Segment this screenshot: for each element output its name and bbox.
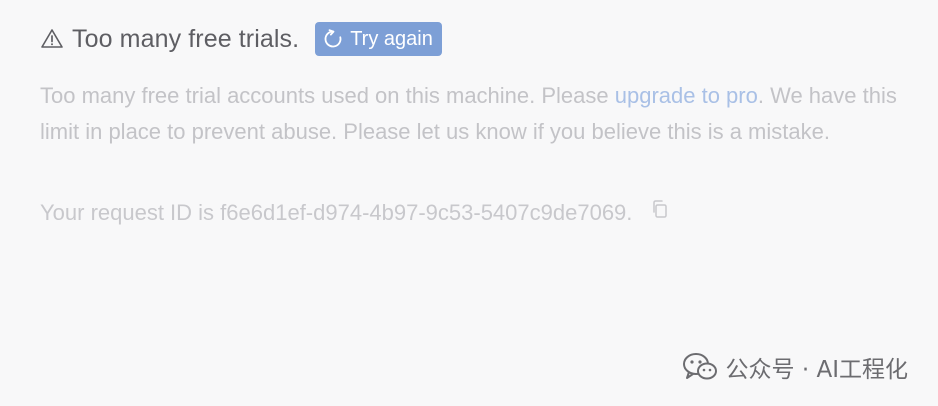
refresh-icon [323, 29, 343, 49]
copy-icon[interactable] [650, 199, 670, 219]
watermark-text: 公众号 · AI工程化 [725, 357, 908, 383]
error-message: Too many free trial accounts used on thi… [40, 78, 900, 150]
request-id-row: Your request ID is f6e6d1ef-d974-4b97-9c… [40, 200, 670, 226]
error-title: Too many free trials. [72, 24, 300, 53]
wechat-icon [682, 352, 718, 382]
error-header: Too many free trials. Try again [40, 22, 442, 56]
warning-triangle-icon [40, 27, 64, 51]
try-again-label: Try again [350, 27, 433, 50]
request-id-text: Your request ID is f6e6d1ef-d974-4b97-9c… [40, 200, 633, 225]
message-text: Too many free trial accounts used on thi… [40, 83, 615, 108]
upgrade-to-pro-link[interactable]: upgrade to pro [615, 83, 758, 108]
try-again-button[interactable]: Try again [315, 22, 442, 56]
watermark: 公众号 · AI工程化 [682, 350, 908, 384]
